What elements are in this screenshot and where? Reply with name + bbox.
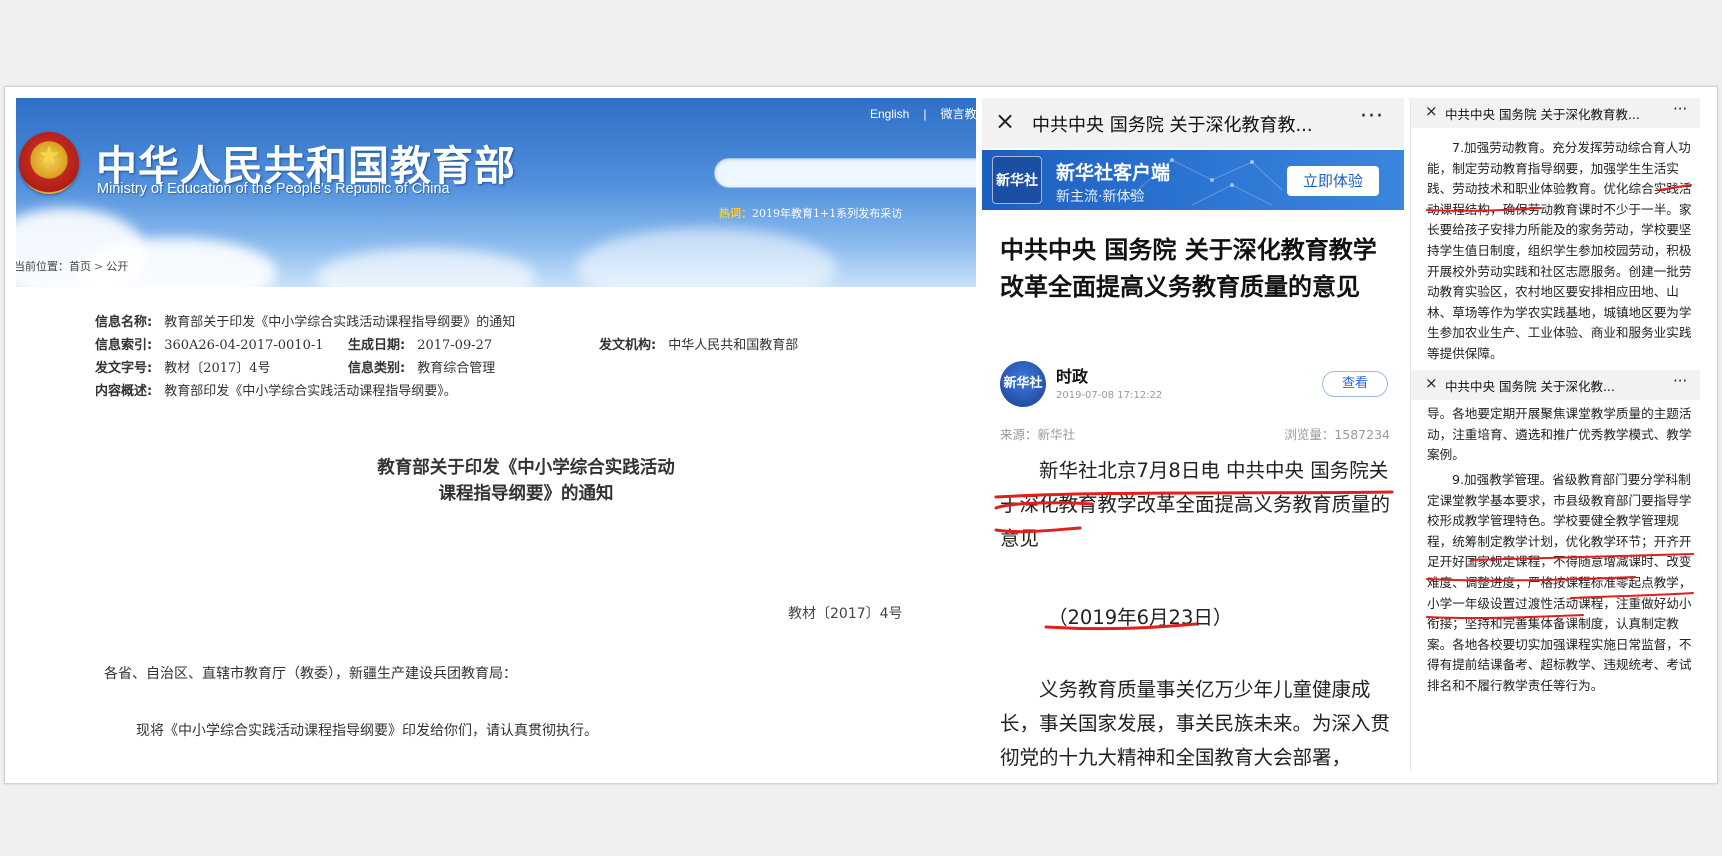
meta-docno: 发文字号: 教材〔2017〕4号 [95,361,271,376]
topbar-title: 中共中央 国务院 关于深化教育教... [1032,115,1313,136]
meta-name: 信息名称: 教育部关于印发《中小学综合实践活动课程指导纲要》的通知 [95,315,516,330]
language-links: English | 微言教 [870,107,976,121]
article-topbar: × 中共中央 国务院 关于深化教育教... ··· [982,98,1404,148]
breadcrumb-home[interactable]: 首页 [69,260,91,273]
xinhua-logo: 新华社 [992,156,1042,204]
hot-word-link[interactable]: 2019年教育1+1系列发布采访 [752,207,902,220]
section-9-text: 9.加强教学管理。省级教育部门要分学科制定课堂教学基本要求，市县级教育部门要指导… [1427,472,1692,693]
close-icon[interactable]: × [1425,374,1438,392]
search-input[interactable] [714,158,976,188]
meta-org: 发文机构: 中华人民共和国教育部 [599,338,799,353]
banner-app-name: 新华社客户端 [1056,162,1171,184]
article-source: 来源：新华社 [1000,427,1076,442]
panel-topbar-1: × 中共中央 国务院 关于深化教育教... ··· [1411,98,1700,128]
document-number: 教材〔2017〕4号 [788,606,903,622]
national-emblem-icon [19,132,79,194]
app-banner: 新华社 新华社客户端 新主流·新体验 立即体验 [982,150,1404,210]
breadcrumb-current[interactable]: 公开 [106,260,128,273]
close-icon[interactable]: × [1425,102,1438,120]
hot-words: 热词：2019年教育1+1系列发布采访 [719,207,903,220]
document-title: 教育部关于印发《中小学综合实践活动 课程指导纲要》的通知 [377,458,675,504]
panel-title-2: 中共中央 国务院 关于深化教... [1445,379,1615,394]
try-now-button[interactable]: 立即体验 [1287,166,1379,196]
panel-title-1: 中共中央 国务院 关于深化教育教... [1445,107,1640,122]
close-icon[interactable]: × [995,107,1015,135]
right-panel: × 中共中央 国务院 关于深化教育教... ··· 7.加强劳动教育。充分发挥劳… [1410,98,1700,770]
article-paragraph-1: 新华社北京7月8日电 中共中央 国务院关于深化教育教学改革全面提高义务教育质量的… [1000,459,1391,550]
chevron-right-icon: > [94,260,104,273]
site-subtitle: Ministry of Education of the People's Re… [97,181,450,197]
english-link[interactable]: English [870,107,909,121]
avatar[interactable]: 新华社 [1000,361,1046,407]
moe-page: 中华人民共和国教育部 Ministry of Education of the … [16,98,976,786]
more-icon[interactable]: ··· [1673,100,1687,118]
meta-index: 信息索引: 360A26-04-2017-0010-1 [95,338,324,353]
section-7-text: 7.加强劳动教育。充分发挥劳动综合育人功能，制定劳动教育指导纲要，加强学生生活实… [1427,140,1692,361]
more-icon[interactable]: ··· [1673,372,1687,390]
banner-slogan: 新主流·新体验 [1056,189,1145,205]
view-count: 浏览量：1587234 [1284,427,1390,442]
panel-topbar-2: × 中共中央 国务院 关于深化教... ··· [1411,370,1700,400]
view-button[interactable]: 查看 [1322,371,1388,397]
meta-date: 生成日期: 2017-09-27 [348,338,493,353]
article-date-line: （2019年6月23日） [1048,606,1233,629]
xinhua-article: × 中共中央 国务院 关于深化教育教... ··· 新华社 新华社客户端 新主流… [982,98,1404,782]
author-name[interactable]: 时政 [1056,363,1088,387]
article-paragraph-2: 义务教育质量事关亿万少年儿童健康成长，事关国家发展，事关民族未来。为深入贯彻党的… [1000,678,1391,769]
meta-type: 信息类别: 教育综合管理 [348,361,496,376]
breadcrumb: 当前位置：首页 > 公开 [16,260,129,273]
document-body: 现将《中小学综合实践活动课程指导纲要》印发给你们，请认真贯彻执行。 [136,723,598,739]
moe-header: 中华人民共和国教育部 Ministry of Education of the … [16,98,976,287]
document-salutation: 各省、自治区、直辖市教育厅（教委），新疆生产建设兵团教育局： [104,666,517,682]
more-icon[interactable]: ··· [1360,104,1384,129]
weibo-link[interactable]: 微言教 [940,107,976,121]
article-headline: 中共中央 国务院 关于深化教育教学改革全面提高义务教育质量的意见 [1000,236,1377,301]
publish-date: 2019-07-08 17:12:22 [1056,390,1163,401]
section-8-tail-text: 导。各地要定期开展聚焦课堂教学质量的主题活动，注重培育、遴选和推广优秀教学模式、… [1427,406,1692,463]
meta-summary: 内容概述: 教育部印发《中小学综合实践活动课程指导纲要》。 [95,384,457,399]
